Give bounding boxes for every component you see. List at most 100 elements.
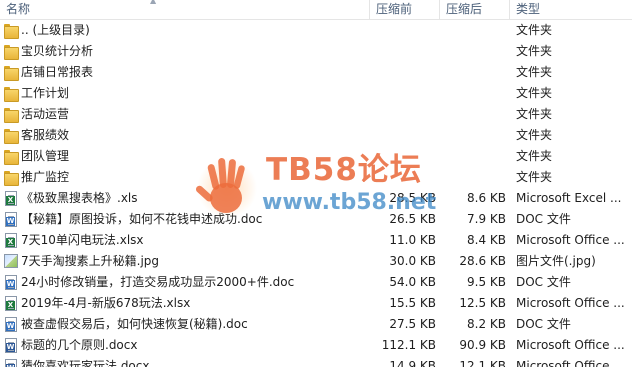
file-type-icon-cell: W bbox=[3, 314, 19, 335]
file-type-icon-cell: W bbox=[3, 335, 19, 356]
file-type: 文件夹 bbox=[516, 23, 553, 37]
compressed-before-size bbox=[370, 146, 436, 167]
column-header-type[interactable]: 类型 bbox=[510, 0, 632, 20]
sort-caret-icon: ▲ bbox=[150, 0, 157, 5]
compressed-after-size: 7.9 KB bbox=[467, 212, 506, 226]
compressed-after-size bbox=[440, 62, 506, 83]
compressed-before-size bbox=[370, 167, 436, 188]
file-name: 【秘籍】原图投诉，如何不花钱申述成功.doc bbox=[21, 212, 263, 226]
file-list-row[interactable]: X 7天10单闪电玩法.xlsx 11.0 KB 8.4 KB Microsoft Of… bbox=[0, 230, 632, 251]
file-type: DOC 文件 bbox=[516, 317, 571, 331]
file-name: 标题的几个原则.docx bbox=[21, 338, 138, 352]
compressed-before-size bbox=[370, 83, 436, 104]
file-name: 2019年-4月-新版678玩法.xlsx bbox=[21, 296, 191, 310]
file-type-icon-cell bbox=[3, 62, 19, 83]
file-type-icon-cell bbox=[3, 125, 19, 146]
compressed-after-size: 8.2 KB bbox=[467, 317, 506, 331]
file-list-row[interactable]: W 被查虚假交易后，如何快速恢复(秘籍).doc 27.5 KB 8.2 KB DOC … bbox=[0, 314, 632, 335]
compressed-before-size bbox=[370, 62, 436, 83]
file-list-row[interactable]: .. (上级目录) 文件夹 bbox=[0, 20, 632, 41]
file-list-row[interactable]: 推广监控 文件夹 bbox=[0, 167, 632, 188]
column-header-compressed-after[interactable]: 压缩后 bbox=[440, 0, 510, 20]
file-type: Microsoft Office ... bbox=[516, 296, 625, 310]
file-list-row[interactable]: W 猜你喜欢玩家玩法.docx 14.9 KB 12.1 KB Microsoft Of… bbox=[0, 356, 632, 367]
file-type-icon-cell: W bbox=[3, 209, 19, 230]
file-type-icon-cell bbox=[3, 83, 19, 104]
compressed-before-size bbox=[370, 125, 436, 146]
compressed-before-size: 28.5 KB bbox=[389, 191, 436, 205]
file-type: DOC 文件 bbox=[516, 212, 571, 226]
excel-file-icon: X bbox=[5, 191, 17, 206]
compressed-after-size bbox=[440, 146, 506, 167]
file-list-row[interactable]: W 24小时修改销量，打造交易成功显示2000+件.doc 54.0 KB 9.5 K… bbox=[0, 272, 632, 293]
file-list-row[interactable]: X 2019年-4月-新版678玩法.xlsx 15.5 KB 12.5 KB Micr… bbox=[0, 293, 632, 314]
file-name: 店铺日常报表 bbox=[21, 65, 94, 79]
file-type: 图片文件(.jpg) bbox=[516, 254, 596, 268]
file-type: 文件夹 bbox=[516, 128, 553, 142]
file-list-row[interactable]: 工作计划 文件夹 bbox=[0, 83, 632, 104]
file-type: Microsoft Office ... bbox=[516, 233, 625, 247]
folder-icon bbox=[4, 24, 19, 39]
compressed-after-size bbox=[440, 104, 506, 125]
file-list-row[interactable]: 7天手淘搜素上升秘籍.jpg 30.0 KB 28.6 KB 图片文件(.jpg) bbox=[0, 251, 632, 272]
file-type-icon-cell: X bbox=[3, 188, 19, 209]
compressed-before-size bbox=[370, 20, 436, 41]
file-type: 文件夹 bbox=[516, 107, 553, 121]
file-list-row[interactable]: W 【秘籍】原图投诉，如何不花钱申述成功.doc 26.5 KB 7.9 KB DOC … bbox=[0, 209, 632, 230]
file-name: 猜你喜欢玩家玩法.docx bbox=[21, 359, 150, 367]
doc-file-icon: W bbox=[5, 275, 17, 290]
compressed-before-size: 112.1 KB bbox=[381, 338, 436, 352]
file-type-icon-cell: X bbox=[3, 293, 19, 314]
column-header-compressed-before[interactable]: 压缩前 bbox=[370, 0, 440, 20]
file-name: 24小时修改销量，打造交易成功显示2000+件.doc bbox=[21, 275, 295, 289]
file-type-icon-cell bbox=[3, 20, 19, 41]
compressed-before-size: 15.5 KB bbox=[389, 296, 436, 310]
file-type: 文件夹 bbox=[516, 44, 553, 58]
compressed-after-size: 8.4 KB bbox=[467, 233, 506, 247]
file-list-row[interactable]: 宝贝统计分析 文件夹 bbox=[0, 41, 632, 62]
file-name: 7天手淘搜素上升秘籍.jpg bbox=[21, 254, 160, 268]
compressed-after-size: 90.9 KB bbox=[459, 338, 506, 352]
file-type: Microsoft Office ... bbox=[516, 338, 625, 352]
file-type-icon-cell bbox=[3, 146, 19, 167]
file-type-icon-cell: W bbox=[3, 356, 19, 367]
compressed-before-size bbox=[370, 104, 436, 125]
compressed-after-size bbox=[440, 125, 506, 146]
file-list-row[interactable]: X 《极致黑搜表格》.xls 28.5 KB 8.6 KB Microsoft Exce… bbox=[0, 188, 632, 209]
file-list: .. (上级目录) 文件夹 宝贝统计分析 文件夹 店铺日常报表 文件夹 工作计划 文件夹 活动运… bbox=[0, 20, 632, 367]
file-list-row[interactable]: W 标题的几个原则.docx 112.1 KB 90.9 KB Microsoft Of… bbox=[0, 335, 632, 356]
compressed-before-size: 27.5 KB bbox=[389, 317, 436, 331]
file-type: 文件夹 bbox=[516, 149, 553, 163]
folder-icon bbox=[4, 150, 19, 165]
file-name: 团队管理 bbox=[21, 149, 70, 163]
file-name: 推广监控 bbox=[21, 170, 70, 184]
file-name: 客服绩效 bbox=[21, 128, 70, 142]
column-header-name-label: 名称 bbox=[6, 2, 31, 16]
file-type-icon-cell bbox=[3, 104, 19, 125]
compressed-before-size: 30.0 KB bbox=[389, 254, 436, 268]
folder-icon bbox=[4, 108, 19, 123]
compressed-after-size: 12.1 KB bbox=[459, 359, 506, 367]
file-list-row[interactable]: 团队管理 文件夹 bbox=[0, 146, 632, 167]
file-list-row[interactable]: 客服绩效 文件夹 bbox=[0, 125, 632, 146]
file-type: Microsoft Excel ... bbox=[516, 191, 622, 205]
column-header-name[interactable]: 名称 ▲ bbox=[0, 0, 370, 20]
compressed-before-size: 26.5 KB bbox=[389, 212, 436, 226]
excel-file-icon: X bbox=[5, 233, 17, 248]
file-name: 宝贝统计分析 bbox=[21, 44, 94, 58]
file-name: 活动运营 bbox=[21, 107, 70, 121]
file-name: 被查虚假交易后，如何快速恢复(秘籍).doc bbox=[21, 317, 248, 331]
folder-icon bbox=[4, 66, 19, 81]
compressed-before-size: 54.0 KB bbox=[389, 275, 436, 289]
file-type: DOC 文件 bbox=[516, 275, 571, 289]
file-type: Microsoft Office ... bbox=[516, 359, 625, 367]
compressed-before-size: 11.0 KB bbox=[389, 233, 436, 247]
compressed-after-size: 8.6 KB bbox=[467, 191, 506, 205]
file-list-row[interactable]: 店铺日常报表 文件夹 bbox=[0, 62, 632, 83]
column-header-compressed-before-label: 压缩前 bbox=[376, 2, 413, 16]
compressed-after-size: 28.6 KB bbox=[459, 254, 506, 268]
compressed-before-size: 14.9 KB bbox=[389, 359, 436, 367]
compressed-after-size bbox=[440, 83, 506, 104]
file-list-row[interactable]: 活动运营 文件夹 bbox=[0, 104, 632, 125]
file-type-icon-cell: W bbox=[3, 272, 19, 293]
